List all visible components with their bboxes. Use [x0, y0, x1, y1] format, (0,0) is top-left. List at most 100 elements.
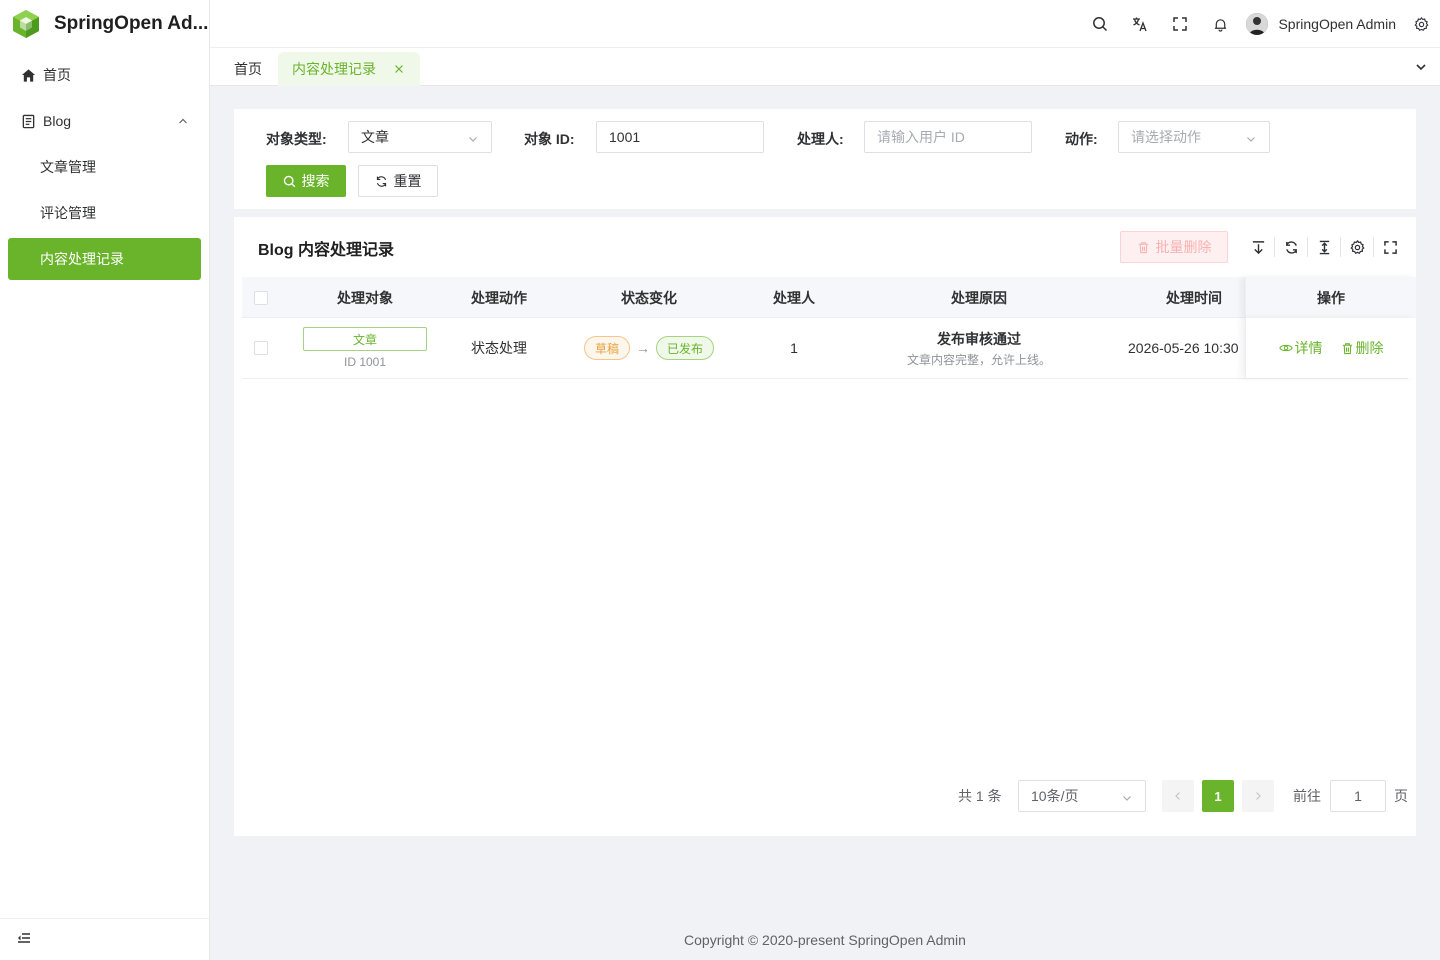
page-size-select[interactable]: 10条/页: [1018, 780, 1146, 812]
prev-page-button[interactable]: [1162, 780, 1194, 812]
handler-cell: 1: [790, 340, 798, 356]
sidebar-item-label: 内容处理记录: [40, 251, 124, 267]
search-button[interactable]: [1080, 0, 1120, 48]
to-status-badge: 已发布: [656, 336, 715, 360]
object-type-label: 对象类型:: [266, 131, 327, 147]
fullscreen-button[interactable]: [1160, 0, 1200, 48]
home-icon: [20, 67, 36, 83]
table-row: 文章 ID 1001 状态处理 草稿 → 已发布 1 发布审核通过 文章内容完整…: [242, 318, 1416, 379]
trash-icon: [1342, 342, 1352, 354]
sidebar-item-blog[interactable]: Blog: [8, 100, 201, 142]
tabs-dropdown-button[interactable]: [1414, 60, 1428, 77]
collapse-icon: [17, 931, 31, 948]
reset-button[interactable]: 重置: [358, 165, 438, 197]
column-header: 处理动作: [471, 289, 527, 306]
action-cell: 状态处理: [471, 340, 527, 356]
document-icon: [20, 113, 36, 129]
bell-icon: [1214, 18, 1227, 32]
from-status-badge: 草稿: [583, 336, 630, 360]
tabs-bar: 首页 内容处理记录: [210, 48, 1440, 86]
sidebar-item-label: 评论管理: [40, 205, 96, 221]
export-button[interactable]: [1242, 237, 1275, 257]
detail-link-label: 详情: [1294, 340, 1323, 356]
chevron-down-icon: [1245, 132, 1257, 148]
sidebar-item-home[interactable]: 首页: [8, 54, 201, 96]
close-icon[interactable]: [394, 64, 404, 74]
sidebar-item-content-records[interactable]: 内容处理记录: [8, 238, 201, 280]
handler-label: 处理人:: [797, 131, 844, 147]
tab-home[interactable]: 首页: [220, 52, 276, 86]
eye-icon: [1278, 344, 1293, 352]
column-header: 处理原因: [951, 289, 1007, 306]
collapse-sidebar-button[interactable]: [0, 918, 209, 960]
tab-label: 首页: [234, 61, 262, 77]
refresh-button[interactable]: [1275, 237, 1308, 257]
chevron-down-icon: [1416, 64, 1426, 71]
tab-content-records[interactable]: 内容处理记录: [278, 52, 420, 86]
search-panel: 对象类型: 文章 对象 ID: 1001 处理人: 请输入用户 ID 动作: 请…: [234, 109, 1416, 209]
object-type-tag: 文章: [303, 327, 427, 351]
delete-link[interactable]: 删除: [1341, 338, 1384, 358]
table-title: Blog 内容处理记录: [258, 242, 394, 259]
row-checkbox[interactable]: [254, 341, 268, 355]
search-button[interactable]: 搜索: [266, 165, 346, 197]
select-all-checkbox-cell: [242, 277, 280, 318]
chevron-right-icon: [1256, 792, 1261, 800]
action-label: 动作:: [1065, 131, 1098, 147]
select-all-checkbox[interactable]: [254, 290, 268, 305]
action-select[interactable]: 请选择动作: [1118, 121, 1270, 153]
avatar: [1246, 13, 1269, 35]
object-id-text: ID 1001: [343, 355, 387, 369]
sidebar-item-comments[interactable]: 评论管理: [8, 192, 201, 234]
sidebar-item-label: Blog: [43, 113, 72, 129]
language-button[interactable]: [1120, 0, 1160, 48]
refresh-icon: [375, 175, 388, 188]
gear-icon: [1349, 239, 1365, 254]
goto-page-value: 1: [1354, 788, 1362, 804]
app-title: SpringOpen Ad...: [54, 13, 209, 34]
notification-button[interactable]: [1200, 0, 1240, 48]
density-button[interactable]: [1308, 237, 1341, 257]
object-id-label: 对象 ID:: [524, 131, 575, 147]
sidebar-item-label: 首页: [43, 67, 71, 83]
column-settings-button[interactable]: [1341, 237, 1374, 257]
sidebar-item-articles[interactable]: 文章管理: [8, 146, 201, 188]
gear-icon: [1414, 16, 1428, 31]
pagination-total: 共 1 条: [958, 788, 1002, 804]
batch-delete-button[interactable]: 批量删除: [1120, 231, 1228, 263]
object-type-value: 文章: [361, 129, 389, 145]
operation-cell: 详情 删除: [1245, 318, 1416, 378]
trash-icon: [1137, 241, 1150, 254]
page-size-value: 10条/页: [1031, 788, 1079, 804]
object-id-value: 1001: [609, 129, 641, 145]
object-type-select[interactable]: 文章: [348, 121, 492, 153]
next-page-button[interactable]: [1242, 780, 1274, 812]
reason-title: 发布审核通过: [937, 330, 1021, 347]
translate-icon: [1133, 17, 1148, 32]
handler-input[interactable]: 请输入用户 ID: [864, 121, 1032, 153]
page-1-button[interactable]: 1: [1202, 780, 1234, 812]
sidebar: SpringOpen Ad... 首页 Blog 文章管理 评论管理 内容处理记…: [0, 0, 210, 960]
user-menu[interactable]: SpringOpen Admin: [1246, 13, 1396, 35]
delete-link-label: 删除: [1355, 340, 1384, 356]
reason-cell: 发布审核通过 文章内容完整，允许上线。: [868, 318, 1090, 378]
column-header: 处理人: [773, 289, 815, 306]
fullscreen-icon: [1384, 240, 1397, 254]
object-cell: 文章 ID 1001: [302, 318, 428, 378]
row-checkbox-cell: [242, 318, 280, 378]
goto-label: 前往: [1293, 788, 1321, 804]
footer-copyright: Copyright © 2020-present SpringOpen Admi…: [684, 932, 966, 948]
settings-button[interactable]: [1406, 0, 1436, 48]
goto-page-input[interactable]: 1: [1330, 780, 1386, 812]
object-id-input[interactable]: 1001: [596, 121, 764, 153]
arrow-right-icon: →: [636, 340, 650, 356]
batch-delete-label: 批量删除: [1155, 239, 1212, 255]
table-fullscreen-button[interactable]: [1374, 237, 1407, 257]
table-panel: Blog 内容处理记录 批量删除 处理对象 处理动作 状态变化 处理人 处理原因…: [234, 217, 1416, 836]
detail-link[interactable]: 详情: [1278, 338, 1323, 358]
column-header: 操作: [1245, 277, 1416, 318]
table-header: 处理对象 处理动作 状态变化 处理人 处理原因 处理时间 操作: [242, 277, 1416, 318]
download-icon: [1252, 240, 1264, 254]
logo[interactable]: SpringOpen Ad...: [0, 0, 209, 48]
chevron-up-icon: [177, 114, 189, 130]
